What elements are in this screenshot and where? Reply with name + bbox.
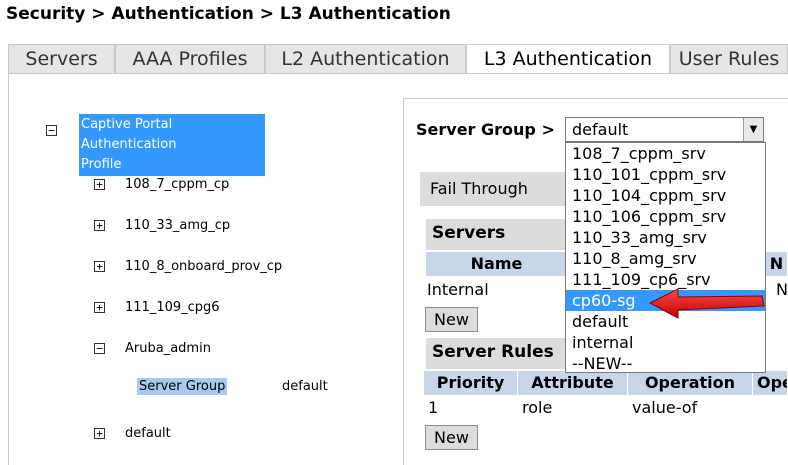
server-group-dropdown-list[interactable]: 108_7_cppm_srv 110_101_cppm_srv 110_104_…	[565, 142, 766, 373]
expand-icon[interactable]: +	[94, 179, 105, 190]
tree-root-label-line1: Captive Portal Authentication	[81, 117, 177, 152]
rules-cell-operation: value-of	[632, 398, 698, 417]
expand-icon[interactable]: +	[94, 302, 105, 313]
dropdown-option[interactable]: 110_101_cppm_srv	[566, 164, 765, 185]
servers-col-name: Name	[426, 252, 568, 276]
dropdown-option[interactable]: 108_7_cppm_srv	[566, 143, 765, 164]
tree-subitem-server-group[interactable]: Server Group	[137, 378, 228, 395]
tree-root-captive-portal-profile[interactable]: Captive Portal Authentication Profile	[79, 114, 265, 176]
tab-l3-authentication[interactable]: L3 Authentication	[466, 44, 670, 75]
tree-item[interactable]: Aruba_admin	[125, 341, 211, 356]
rules-new-button[interactable]: New	[425, 425, 478, 450]
tab-servers[interactable]: Servers	[8, 44, 115, 74]
server-rules-section-title: Server Rules	[426, 338, 568, 369]
expand-icon[interactable]: +	[94, 220, 105, 231]
chevron-down-icon[interactable]: ▼	[743, 118, 763, 141]
red-arrow-annotation-icon	[648, 288, 765, 319]
servers-new-button[interactable]: New	[425, 307, 478, 332]
dropdown-option[interactable]: 110_8_amg_srv	[566, 248, 765, 269]
tab-user-rules[interactable]: User Rules	[670, 44, 788, 74]
servers-cell-trailing: N	[776, 280, 788, 299]
servers-col-trailing: N	[766, 252, 788, 276]
tree-item[interactable]: 110_8_onboard_prov_cp	[125, 259, 282, 274]
tab-l2-authentication[interactable]: L2 Authentication	[265, 44, 466, 74]
dropdown-option[interactable]: 110_33_amg_srv	[566, 227, 765, 248]
server-group-selected-value: default	[572, 120, 629, 139]
dropdown-option[interactable]: 110_104_cppm_srv	[566, 185, 765, 206]
servers-cell-name: Internal	[427, 280, 489, 299]
tree-subitem-value: default	[282, 379, 328, 394]
expand-icon[interactable]: +	[94, 428, 105, 439]
rules-col-attribute: Attribute	[518, 371, 628, 395]
expand-icon[interactable]: +	[94, 261, 105, 272]
server-group-select[interactable]: default ▼	[565, 117, 764, 142]
rules-cell-priority: 1	[428, 398, 439, 417]
tab-bar: Servers AAA Profiles L2 Authentication L…	[8, 44, 788, 75]
rules-col-operand: Ope	[753, 371, 788, 395]
dropdown-option[interactable]: --NEW--	[566, 353, 765, 374]
rules-col-priority: Priority	[424, 371, 518, 395]
rules-cell-attribute: role	[522, 398, 553, 417]
tree-item[interactable]: 108_7_cppm_cp	[125, 177, 229, 192]
tree-item[interactable]: 111_109_cpg6	[125, 300, 220, 315]
tree-item[interactable]: 110_33_amg_cp	[125, 218, 230, 233]
servers-section-title: Servers	[426, 219, 568, 250]
dropdown-option[interactable]: internal	[566, 332, 765, 353]
tree-item[interactable]: default	[125, 426, 171, 441]
dropdown-option[interactable]: 110_106_cppm_srv	[566, 206, 765, 227]
breadcrumb: Security > Authentication > L3 Authentic…	[6, 4, 451, 24]
collapse-icon[interactable]: −	[94, 343, 105, 354]
tab-aaa-profiles[interactable]: AAA Profiles	[115, 44, 265, 74]
server-group-label: Server Group >	[416, 120, 555, 139]
fail-through-label: Fail Through	[420, 172, 570, 206]
rules-col-operation: Operation	[628, 371, 753, 395]
tree-root-label-line2: Profile	[81, 157, 122, 172]
collapse-icon[interactable]: −	[46, 125, 57, 136]
